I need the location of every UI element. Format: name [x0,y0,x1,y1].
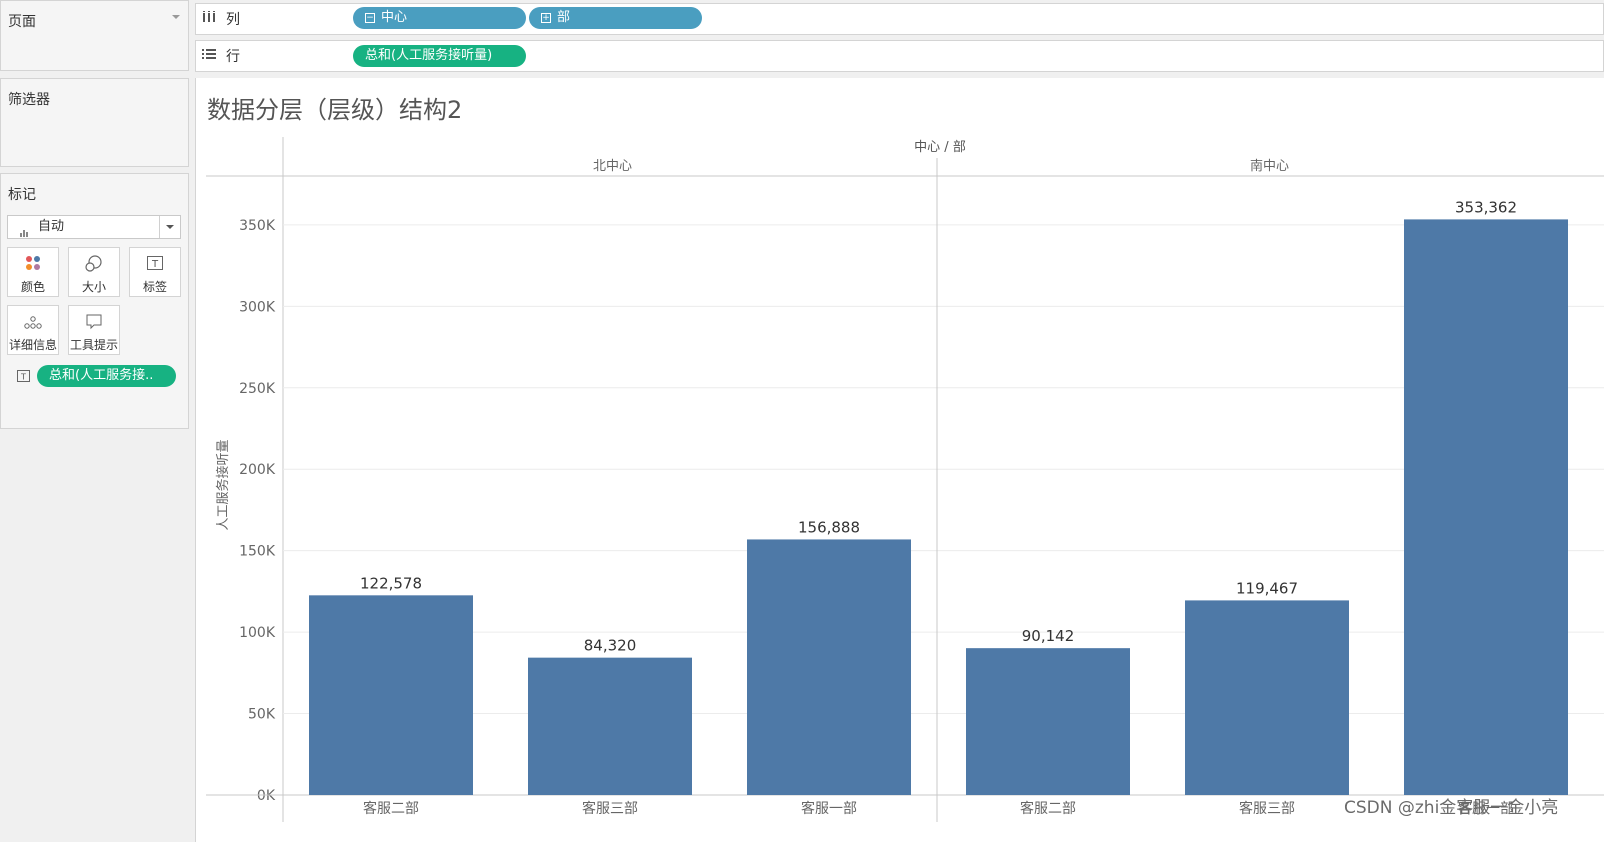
detail-button[interactable]: 详细信息 [7,305,59,355]
expand-icon[interactable]: + [541,13,551,23]
marks-panel-title: 标记 [8,187,36,203]
pages-panel: 页面 [0,0,189,71]
color-dots-icon [8,254,58,278]
mark-type-dropdown[interactable]: 自动 [7,215,181,239]
label-field-pill[interactable]: 总和(人工服务接.. [37,365,176,387]
marks-panel: 标记 [0,173,189,429]
size-circles-icon [69,254,119,278]
svg-text:T: T [151,259,159,270]
rows-shelf-label: 行 [202,46,240,66]
row-pill-measure-text: 总和(人工服务接听量) [365,48,493,63]
tooltip-button-label: 工具提示 [69,338,118,352]
size-button-label: 大小 [81,280,106,294]
column-pill-dept-text: 部 [557,10,571,25]
columns-shelf-label: 列 [202,9,240,29]
detail-button-label: 详细信息 [8,338,57,352]
chevron-down-icon[interactable] [159,216,180,238]
chevron-down-icon[interactable] [172,15,180,19]
tooltip-bubble-icon [69,312,119,336]
column-pill-center[interactable]: − 中心 [353,7,526,29]
column-pill-center-text: 中心 [381,10,408,25]
bar-chart-icon [20,223,30,237]
tooltip-button[interactable]: 工具提示 [68,305,120,355]
viz-area [195,78,1604,842]
color-button[interactable]: 颜色 [7,247,59,297]
color-button-label: 颜色 [20,280,45,294]
collapse-icon[interactable]: − [365,13,375,23]
label-field-text: 总和(人工服务接.. [49,368,154,383]
columns-label-text: 列 [226,12,240,28]
detail-dots-icon [8,312,58,336]
label-button[interactable]: T 标签 [129,247,181,297]
columns-icon [202,11,216,27]
column-pill-dept[interactable]: + 部 [529,7,702,29]
rows-icon [202,48,216,64]
filters-panel-title: 筛选器 [8,92,50,108]
mark-type-value: 自动 [38,219,65,234]
filters-panel[interactable]: 筛选器 [0,78,189,167]
row-pill-measure[interactable]: 总和(人工服务接听量) [353,45,526,67]
sheet-title: 数据分层（层级）结构2 [207,96,463,124]
size-button[interactable]: 大小 [68,247,120,297]
pages-panel-title: 页面 [8,14,36,30]
watermark: CSDN @zhi金客服一金小亮 [1344,798,1559,818]
label-button-label: 标签 [142,280,167,294]
label-text-icon: T [130,254,180,278]
label-text-icon: T [17,369,31,388]
rows-label-text: 行 [226,49,240,65]
svg-text:T: T [20,373,26,382]
